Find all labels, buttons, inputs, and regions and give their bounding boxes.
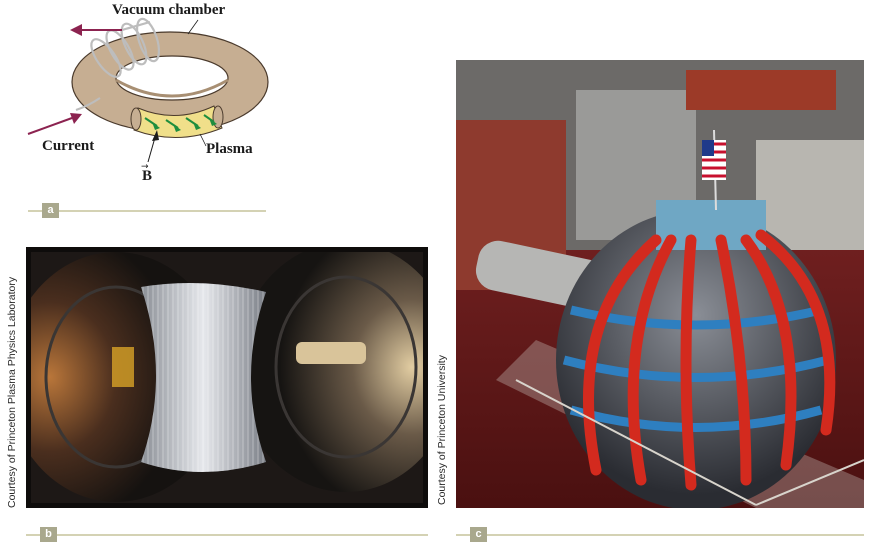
panel-a-tag: a (42, 203, 59, 218)
plasma-label: Plasma (206, 141, 253, 157)
panel-c-photo (456, 60, 864, 508)
torus-diagram (27, 17, 269, 163)
panel-c-credit: Courtesy of Princeton University (436, 355, 448, 505)
vacuum-chamber-label: Vacuum chamber (112, 2, 226, 18)
current-label: Current (42, 138, 95, 154)
panel-b-tag: b (40, 527, 57, 542)
vector-arrow-icon: → (141, 162, 149, 172)
panel-c-tag: c (470, 527, 487, 542)
flag-icon (702, 140, 726, 180)
panel-c-rule (456, 534, 864, 536)
panel-a: Vacuum chamber Current Plasma B → a (0, 0, 280, 225)
panel-a-rule (28, 210, 266, 212)
panel-b-photo (26, 247, 428, 508)
panel-b-credit: Courtesy of Princeton Plasma Physics Lab… (6, 276, 18, 508)
panel-b-rule (26, 534, 428, 536)
